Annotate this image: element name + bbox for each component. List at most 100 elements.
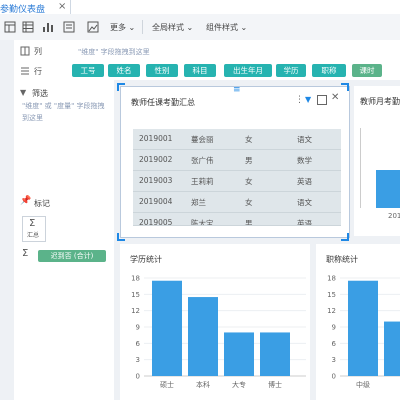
row-pill-education[interactable]: 学历 — [276, 64, 306, 77]
table-cell: 数学 — [297, 156, 312, 165]
data-table: 2019001 蔓会丽 女 语文 2019002 张广伟 男 数学 201900… — [133, 129, 341, 226]
toolbar-divider — [142, 20, 143, 34]
y-tick-label: 0 — [136, 373, 140, 381]
education-chart-title: 学历统计 — [130, 255, 162, 264]
y-tick-label: 15 — [327, 291, 336, 299]
resize-handle[interactable] — [341, 233, 349, 241]
bar[interactable] — [384, 321, 400, 376]
close-icon[interactable]: × — [58, 1, 66, 12]
table-cell: 2019003 — [139, 176, 173, 185]
sum-sigma-icon: Σ — [22, 248, 29, 259]
image-icon[interactable] — [87, 21, 99, 33]
document-tab[interactable]: 参勤仪表盘 × — [0, 0, 71, 15]
maximize-icon[interactable] — [317, 95, 327, 105]
close-icon[interactable]: ✕ — [331, 92, 339, 103]
table-card-title: 教师任课考勤汇总 — [131, 98, 195, 107]
y-tick-label: 0 — [332, 373, 336, 381]
table-cell: 女 — [245, 135, 253, 144]
more-label: 更多 — [110, 23, 126, 32]
table-row: 2019001 蔓会丽 女 语文 — [133, 129, 341, 150]
sum-measure-pill[interactable]: 迟到否 (合计) — [38, 250, 106, 262]
crosstab-icon[interactable] — [22, 21, 34, 33]
table-cell: 2019001 — [139, 134, 173, 143]
summary-marker[interactable]: Σ 汇总 — [22, 216, 46, 242]
global-style-label: 全局样式 — [152, 23, 184, 32]
sigma-icon: Σ — [29, 218, 36, 229]
dashboard-canvas: 教师任课考勤汇总 ≡ ⋮ ▼ ✕ 2019001 蔓会丽 女 语文 201900… — [114, 80, 400, 400]
resize-handle[interactable] — [117, 83, 125, 91]
row-pill-hours[interactable]: 课时 — [352, 64, 382, 77]
more-menu[interactable]: 更多 ⌄ — [110, 22, 135, 33]
text-box-icon[interactable] — [63, 21, 75, 33]
component-style-menu[interactable]: 组件样式 ⌄ — [206, 22, 247, 33]
chevron-down-icon: ⌄ — [240, 23, 248, 32]
table-cell: 男 — [245, 156, 253, 165]
resize-handle[interactable] — [117, 233, 125, 241]
table-row: 2019004 郑兰 女 语文 — [133, 192, 341, 213]
education-chart-card[interactable]: 学历统计 0 3 6 9 12 15 18 硕士 本科 大专 博士 — [120, 244, 310, 400]
row-label: 行 — [34, 67, 42, 76]
y-tick-label: 15 — [131, 291, 140, 299]
y-tick-label: 18 — [131, 275, 140, 283]
bar[interactable] — [260, 332, 290, 376]
drag-handle-icon[interactable]: ≡ — [233, 85, 241, 95]
y-tick-label: 12 — [327, 307, 336, 315]
column-icon — [20, 46, 30, 56]
monthly-attendance-card[interactable]: 教师月考勤 2019 — [354, 86, 400, 236]
y-tick-label: 3 — [136, 356, 140, 364]
column-label: 列 — [34, 47, 42, 56]
table-card[interactable]: 教师任课考勤汇总 ≡ ⋮ ▼ ✕ 2019001 蔓会丽 女 语文 201900… — [120, 85, 350, 238]
bar[interactable] — [152, 280, 182, 376]
bar[interactable] — [188, 297, 218, 376]
x-tick-label: 2019 — [388, 212, 400, 220]
marker-label: 标记 — [34, 199, 50, 208]
table-cell: 语文 — [297, 135, 312, 144]
table-cell: 王莉莉 — [191, 177, 214, 186]
x-tick-label: 硕士 — [160, 380, 174, 389]
bar-chart-icon[interactable] — [42, 21, 54, 33]
table-cell: 男 — [245, 219, 253, 226]
y-tick-label: 12 — [131, 307, 140, 315]
row-icon — [21, 67, 29, 75]
education-bar-chart: 0 3 6 9 12 15 18 硕士 本科 大专 博士 — [131, 275, 306, 389]
table-cell: 女 — [245, 198, 253, 207]
more-vertical-icon[interactable]: ⋮ — [295, 95, 304, 105]
x-tick-label: 博士 — [268, 380, 282, 389]
toolbar: 更多 ⌄ 全局样式 ⌄ 组件样式 ⌄ — [0, 14, 400, 41]
bar[interactable] — [224, 332, 254, 376]
bar[interactable] — [376, 170, 400, 208]
row-pill-birth[interactable]: 出生年月 — [224, 64, 272, 77]
global-style-menu[interactable]: 全局样式 ⌄ — [152, 22, 193, 33]
filter-icon: ▼ — [20, 88, 27, 97]
table-row: 2019005 陈大宝 男 英语 — [133, 213, 341, 226]
bar[interactable] — [348, 280, 378, 376]
sigma-sub-label: 汇总 — [27, 232, 40, 239]
row-pill-name[interactable]: 姓名 — [108, 64, 140, 77]
table-cell: 英语 — [297, 219, 312, 226]
table-row: 2019002 张广伟 男 数学 — [133, 150, 341, 171]
title-bar-chart: 0 3 6 9 12 15 18 中级 — [327, 275, 400, 389]
table-row: 2019003 王莉莉 女 英语 — [133, 171, 341, 192]
resize-handle[interactable] — [341, 83, 349, 91]
component-style-label: 组件样式 — [206, 23, 238, 32]
column-drop-hint[interactable]: "维度" 字段拖拽到这里 — [78, 47, 150, 57]
left-strip — [0, 40, 15, 400]
x-tick-label: 中级 — [356, 380, 370, 389]
x-tick-label: 本科 — [196, 380, 210, 389]
table-icon[interactable] — [4, 21, 16, 33]
row-pill-subject[interactable]: 科目 — [184, 64, 216, 77]
x-tick-label: 大专 — [232, 380, 246, 389]
row-pill-title[interactable]: 职称 — [312, 64, 346, 77]
chevron-down-icon: ⌄ — [128, 23, 136, 32]
filter-icon[interactable]: ▼ — [305, 95, 311, 104]
title-chart-card[interactable]: 职称统计 0 3 6 9 12 15 18 中级 — [316, 244, 400, 400]
y-tick-label: 6 — [136, 340, 141, 348]
table-cell: 张广伟 — [191, 156, 214, 165]
table-cell: 2019004 — [139, 197, 173, 206]
pin-icon: 📌 — [20, 196, 32, 206]
row-pill-id[interactable]: 工号 — [72, 64, 104, 77]
row-pill-gender[interactable]: 性别 — [146, 64, 178, 77]
filter-drop-hint[interactable]: "维度" 或 "度量" 字段拖拽到这里 — [22, 100, 108, 124]
table-cell: 蔓会丽 — [191, 135, 214, 144]
title-chart-title: 职称统计 — [326, 255, 358, 264]
